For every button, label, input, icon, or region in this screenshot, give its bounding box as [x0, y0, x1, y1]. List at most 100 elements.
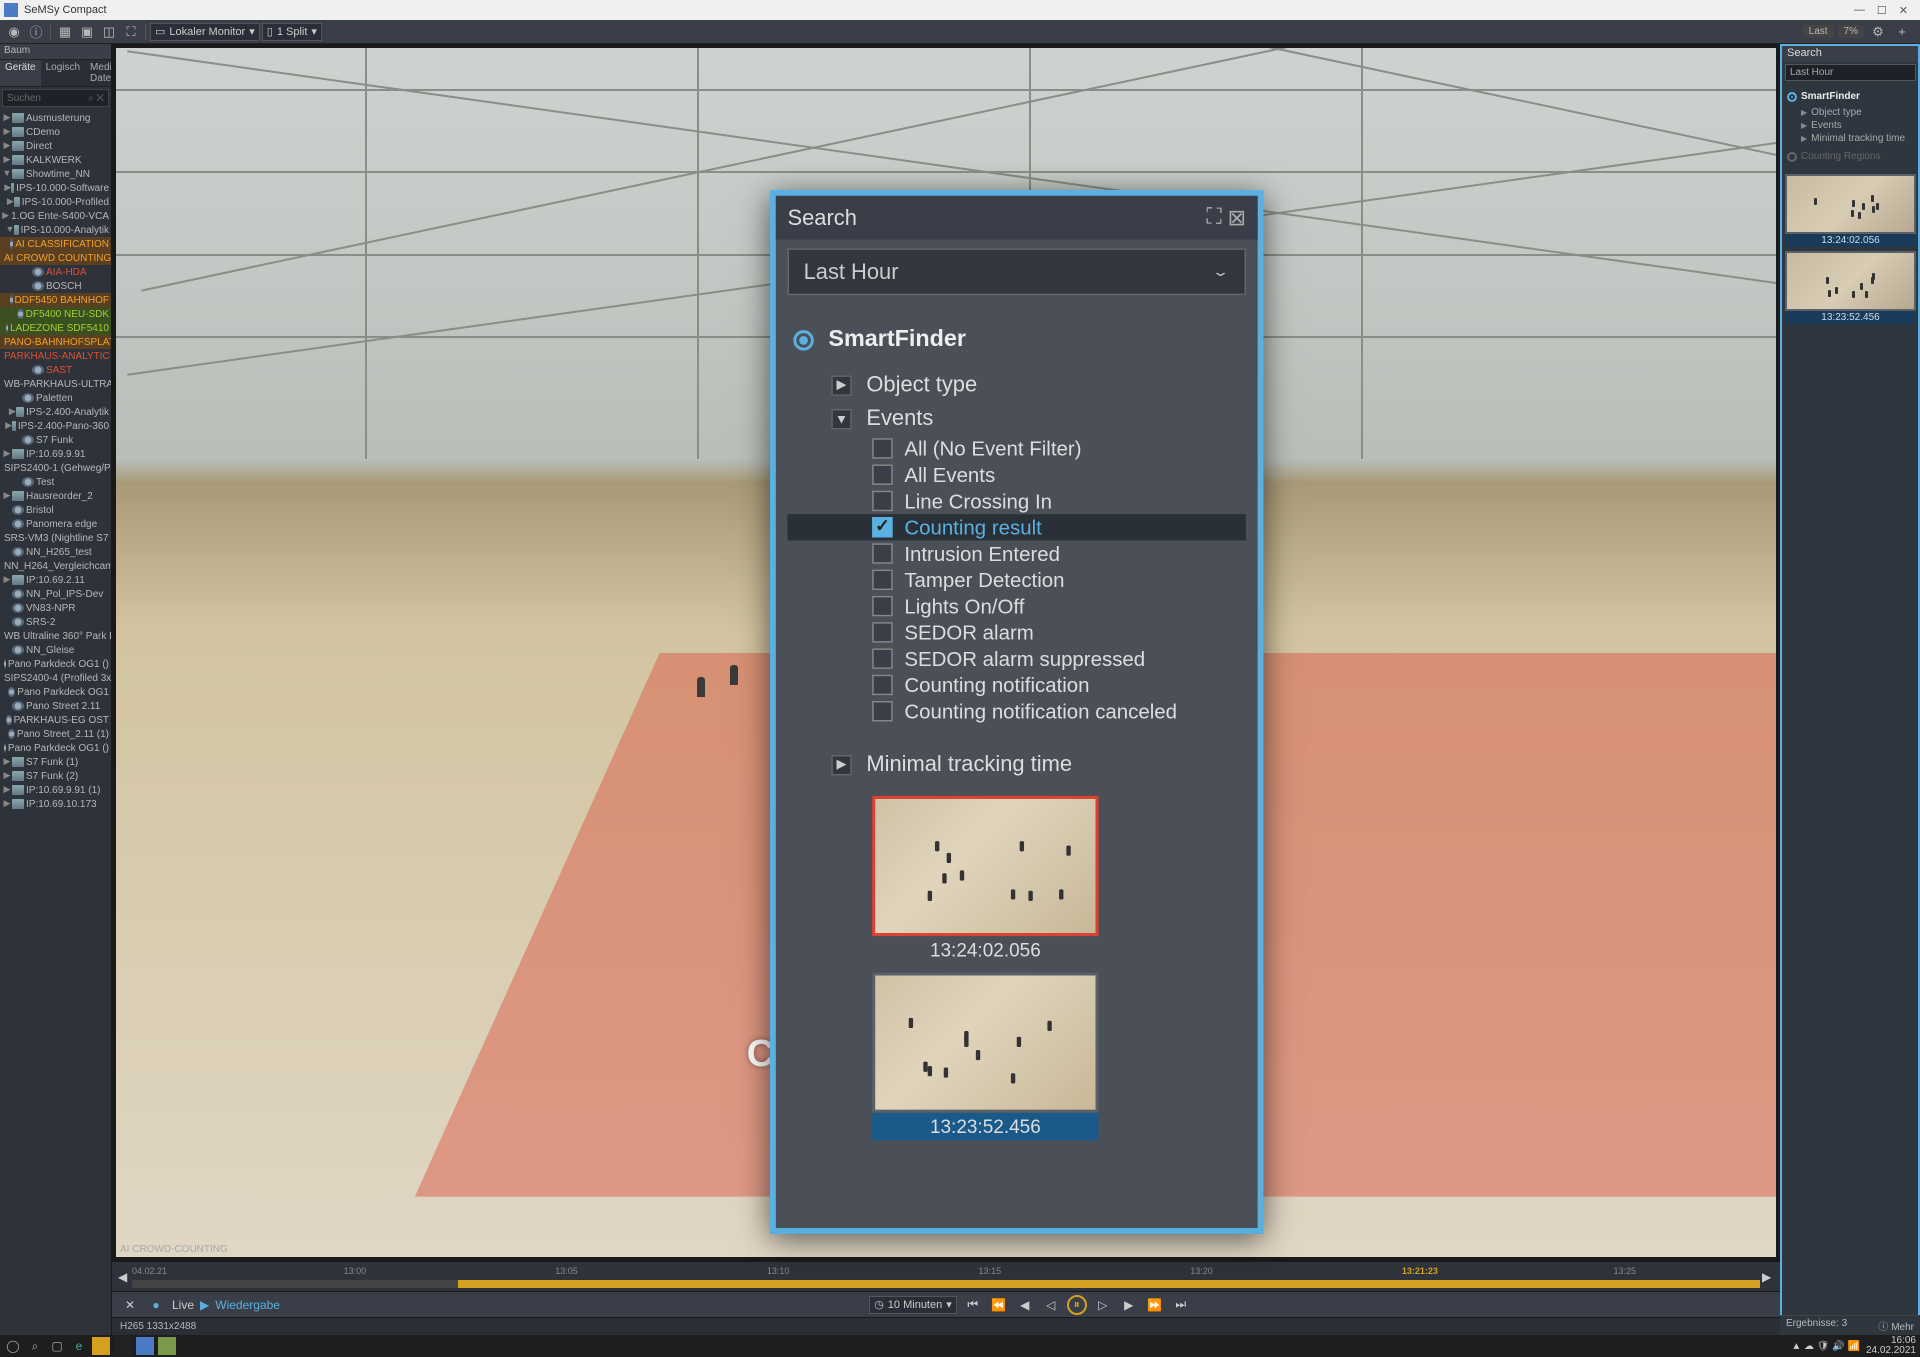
tree-item[interactable]: ▶S7 Funk (1)	[0, 755, 111, 769]
popup-tracking-time[interactable]: ▶ Minimal tracking time	[788, 748, 1246, 782]
step-back-icon[interactable]: ◀	[1015, 1295, 1035, 1315]
tree-item[interactable]: ▶Ausmusterung	[0, 111, 111, 125]
tree-item[interactable]: ▶IPS-2.400-Analytik	[0, 405, 111, 419]
forward-icon[interactable]: ⏩	[1145, 1295, 1165, 1315]
tree-item[interactable]: NN_Pol_IPS-Dev	[0, 587, 111, 601]
tree-item[interactable]: AI CLASSIFICATION	[0, 237, 111, 251]
event-option[interactable]: All (No Event Filter)	[788, 435, 1246, 461]
tree-item[interactable]: ▼IPS-10.000-Analytik	[0, 223, 111, 237]
event-option[interactable]: Counting notification	[788, 672, 1246, 698]
tree-item[interactable]: AIA-HDA	[0, 265, 111, 279]
popup-range-select[interactable]: Last Hour⌄	[788, 248, 1246, 295]
terminal-icon[interactable]	[114, 1337, 132, 1355]
task-view-icon[interactable]: ▢	[48, 1337, 66, 1355]
tree-item[interactable]: SRS-2	[0, 615, 111, 629]
tree-item[interactable]: Pano Parkdeck OG1 ()	[0, 657, 111, 671]
tree-item[interactable]: ▶S7 Funk (2)	[0, 769, 111, 783]
timerange-select[interactable]: ◷ 10 Minuten ▾	[869, 1296, 957, 1314]
popup-expand-icon[interactable]: ⛶	[1206, 205, 1221, 231]
step-fwd-icon[interactable]: ▶	[1119, 1295, 1139, 1315]
grid-icon[interactable]: ▦	[55, 22, 75, 42]
tree-item[interactable]: ▶Hausreorder_2	[0, 489, 111, 503]
app2-icon[interactable]	[158, 1337, 176, 1355]
split-select[interactable]: ▯ 1 Split ▾	[262, 23, 322, 41]
search-range-select[interactable]: Last Hour	[1785, 64, 1916, 81]
tree-item[interactable]: Paletten	[0, 391, 111, 405]
tree-item[interactable]: ▶IP:10.69.2.11	[0, 573, 111, 587]
minimize-button[interactable]: —	[1854, 4, 1865, 17]
tree-item[interactable]: SRS-VM3 (Nightline S7 Funk)	[0, 531, 111, 545]
event-option[interactable]: Lights On/Off	[788, 593, 1246, 619]
tab-logical[interactable]: Logisch	[41, 60, 85, 86]
tree-item[interactable]: SIPS2400-1 (Gehweg/Parken)	[0, 461, 111, 475]
device-tree[interactable]: ▶Ausmusterung▶CDemo▶Direct▶KALKWERK▼Show…	[0, 109, 111, 813]
tree-item[interactable]: WB-PARKHAUS-ULTRA	[0, 377, 111, 391]
prev-frame-icon[interactable]: ◁	[1041, 1295, 1061, 1315]
timeline-next-icon[interactable]: ▶	[1762, 1270, 1774, 1282]
tree-item[interactable]: NN_H264_Vergleichcam	[0, 559, 111, 573]
popup-events[interactable]: ▼ Events	[788, 402, 1246, 436]
explorer-icon[interactable]	[92, 1337, 110, 1355]
tree-item[interactable]: Pano Street 2.11	[0, 699, 111, 713]
search-icon[interactable]: ⌕	[26, 1337, 44, 1355]
rewind-icon[interactable]: ⏪	[989, 1295, 1009, 1315]
result-thumb[interactable]: 13:23:52.456	[1785, 251, 1916, 324]
tree-item[interactable]: Pano Parkdeck OG1	[0, 685, 111, 699]
popup-thumb[interactable]: 13:24:02.056	[872, 796, 1098, 964]
tree-item[interactable]: PANO-BAHNHOFSPLATZ	[0, 335, 111, 349]
result-thumb[interactable]: 13:24:02.056	[1785, 174, 1916, 247]
tree-item[interactable]: ▶IP:10.69.9.91	[0, 447, 111, 461]
tree-item[interactable]: PARKHAUS-ANALYTIC	[0, 349, 111, 363]
start-icon[interactable]: ◯	[4, 1337, 22, 1355]
settings-icon[interactable]: ⚙	[1868, 22, 1888, 42]
tree-item[interactable]: ▶KALKWERK	[0, 153, 111, 167]
monitor-select[interactable]: ▭ Lokaler Monitor ▾	[150, 23, 260, 41]
expand-icon[interactable]: ⛶	[121, 22, 141, 42]
tree-item[interactable]: VN83-NPR	[0, 601, 111, 615]
tree-item[interactable]: ▶IP:10.69.10.173	[0, 797, 111, 811]
sub-object-type[interactable]: ▶Object type	[1801, 106, 1914, 119]
event-option[interactable]: SEDOR alarm suppressed	[788, 646, 1246, 672]
timeline[interactable]: ◀ ▶ 04.02.2113:0013:0513:1013:1513:2013:…	[112, 1261, 1780, 1291]
tree-item[interactable]: ▶1.OG Ente-S400-VCA	[0, 209, 111, 223]
split-icon[interactable]: ◫	[99, 22, 119, 42]
tree-item[interactable]: ▶IPS-10.000-Software	[0, 181, 111, 195]
tree-item[interactable]: AI CROWD COUNTING	[0, 251, 111, 265]
record-icon[interactable]: ◉	[4, 22, 24, 42]
tree-item[interactable]: BOSCH	[0, 279, 111, 293]
tree-item[interactable]: ▶IPS-2.400-Pano-360	[0, 419, 111, 433]
tab-devices[interactable]: Geräte	[0, 60, 41, 86]
tray-icons[interactable]: ▲ ☁ 🛡 🔊 📶	[1791, 1341, 1860, 1352]
close-icon[interactable]: ✕	[120, 1295, 140, 1315]
event-option[interactable]: Intrusion Entered	[788, 540, 1246, 566]
tab-media[interactable]: Medien Dateien	[85, 60, 112, 86]
tree-item[interactable]: ▶IP:10.69.9.91 (1)	[0, 783, 111, 797]
clock[interactable]: 16:06 24.02.2021	[1866, 1336, 1916, 1356]
skip-start-icon[interactable]: ⏮	[963, 1295, 983, 1315]
pause-button[interactable]: ⏸	[1067, 1295, 1087, 1315]
tree-item[interactable]: SIPS2400-4 (Profiled 3x360)	[0, 671, 111, 685]
more-link[interactable]: ⓘ Mehr	[1878, 1318, 1914, 1333]
event-option[interactable]: Counting notification canceled	[788, 698, 1246, 724]
tree-item[interactable]: Panomera edge	[0, 517, 111, 531]
mode-live[interactable]: Live	[172, 1298, 194, 1312]
event-option[interactable]: Line Crossing In	[788, 488, 1246, 514]
popup-smartfinder-radio[interactable]: SmartFinder	[793, 327, 1240, 353]
tree-item[interactable]: DDF5450 BAHNHOF	[0, 293, 111, 307]
smartfinder-radio[interactable]: SmartFinder	[1787, 91, 1914, 102]
popup-thumb[interactable]: 13:23:52.456	[872, 973, 1098, 1141]
sidebar-search[interactable]: Suchen ⌕ ✕	[2, 89, 109, 107]
tree-item[interactable]: ▶IPS-10.000-Profiled	[0, 195, 111, 209]
layout-icon[interactable]: ▣	[77, 22, 97, 42]
tree-item[interactable]: Test	[0, 475, 111, 489]
tree-item[interactable]: SAST	[0, 363, 111, 377]
edge-icon[interactable]: e	[70, 1337, 88, 1355]
skip-end-icon[interactable]: ⏭	[1171, 1295, 1191, 1315]
live-icon[interactable]: ●	[146, 1295, 166, 1315]
popup-close-icon[interactable]: ⊠	[1228, 205, 1246, 231]
next-frame-icon[interactable]: ▷	[1093, 1295, 1113, 1315]
event-option[interactable]: SEDOR alarm	[788, 619, 1246, 645]
play-small-icon[interactable]: ▶	[200, 1298, 209, 1312]
sub-events[interactable]: ▶Events	[1801, 119, 1914, 132]
tree-item[interactable]: Bristol	[0, 503, 111, 517]
